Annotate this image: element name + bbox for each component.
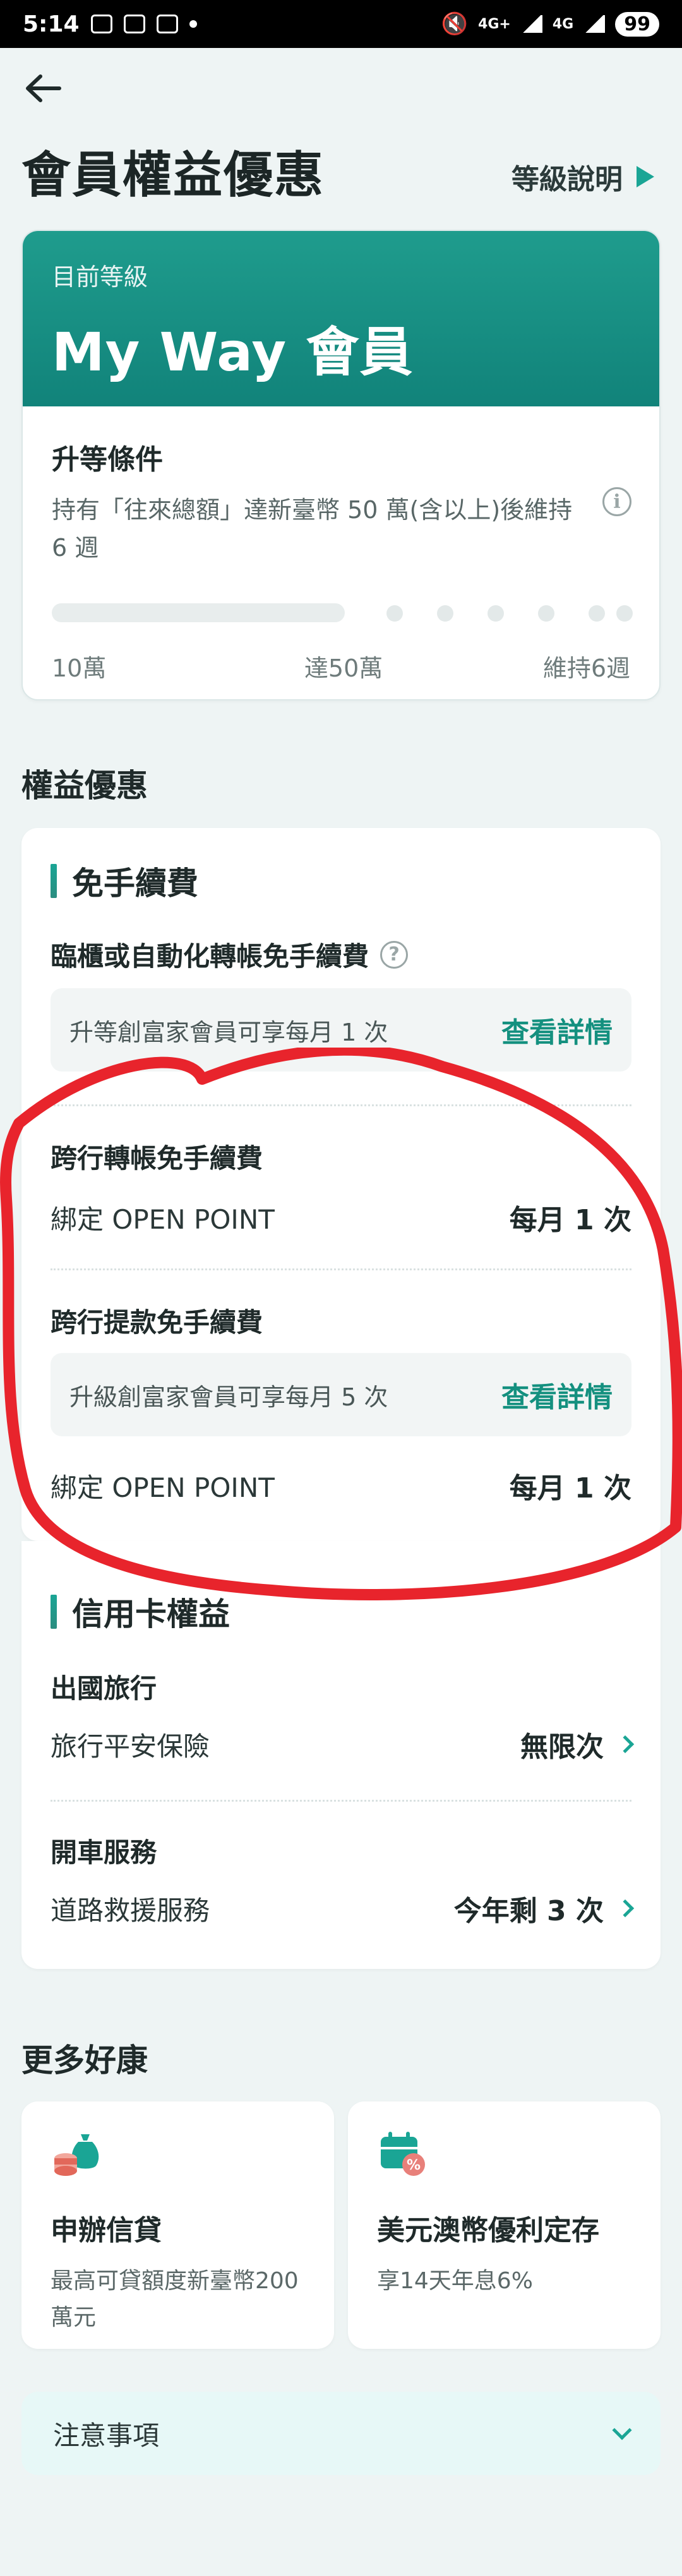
travel-insurance-value: 無限次 [520,1731,604,1763]
chevron-right-icon [616,1899,635,1918]
progress-dot [616,605,633,622]
time-deposit-title: 美元澳幣優利定存 [377,2214,599,2247]
member-card-header: 目前等級 My Way 會員 [23,231,659,406]
line-app-icon [156,15,178,33]
calendar-percent-icon: % [377,2128,428,2178]
personal-loan-title: 申辦信貸 [51,2214,162,2247]
time-deposit-desc: 享14天年息6% [377,2268,533,2294]
progress-dot [538,605,554,622]
money-bag-icon [51,2128,101,2178]
interbank-withdrawal-label: 綁定 OPEN POINT [51,1472,275,1503]
network-label-2: 4G [552,16,574,32]
time-deposit-card[interactable]: % 美元澳幣優利定存 享14天年息6% [348,2101,661,2349]
battery-indicator: 99 [615,11,659,37]
screenshot-icon [90,15,112,33]
member-level-card: 目前等級 My Way 會員 升等條件 持有「往來總額」達新臺幣 50 萬(含以… [21,230,661,700]
divider [51,1800,631,1802]
upgrade-description: 持有「往來總額」達新臺幣 50 萬(含以上)後維持 6 週 [52,496,573,562]
driving-title: 開車服務 [51,1837,157,1868]
progress-label-start: 10萬 [52,654,107,682]
fee-free-card: 免手續費 臨櫃或自動化轉帳免手續費 ? 升等創富家會員可享每月 1 次 查看詳情… [21,828,661,1541]
travel-insurance-label: 旅行平安保險 [51,1730,210,1762]
clock: 5:14 [23,11,80,37]
roadside-assistance-row[interactable]: 道路救援服務 今年剩 3 次 [51,1888,635,1929]
view-details-link[interactable]: 查看詳情 [501,1374,613,1415]
progress-label-end: 維持6週 [542,654,630,682]
counter-transfer-title-text: 臨櫃或自動化轉帳免手續費 [51,941,369,972]
benefits-section-title: 權益優惠 [21,767,148,804]
progress-dot [386,605,403,622]
interbank-withdrawal-row: 綁定 OPEN POINT 每月 1 次 [51,1465,631,1506]
current-level-label: 目前等級 [52,263,148,291]
info-icon[interactable]: i [602,487,631,516]
level-explanation-label: 等級說明 [512,163,623,196]
progress-label-mid: 達50萬 [304,654,383,682]
view-details-link[interactable]: 查看詳情 [501,1010,613,1050]
accent-bar [51,1595,57,1629]
travel-insurance-row[interactable]: 旅行平安保險 無限次 [51,1724,635,1764]
fee-free-title-text: 免手續費 [72,865,198,902]
progress-dot [589,605,605,622]
credit-card-benefits-card: 信用卡權益 出國旅行 旅行平安保險 無限次 開車服務 道路救援服務 今年剩 3 … [21,1541,661,1969]
interbank-transfer-value: 每月 1 次 [509,1204,631,1236]
divider [51,1268,631,1270]
credit-card-title: 信用卡權益 [51,1589,230,1634]
play-arrow-icon [637,166,654,187]
counter-transfer-note: 升等創富家會員可享每月 1 次 查看詳情 [51,988,631,1072]
travel-title: 出國旅行 [51,1673,157,1704]
counter-transfer-title: 臨櫃或自動化轉帳免手續費 ? [51,935,409,974]
level-explanation-link[interactable]: 等級說明 [512,157,654,197]
signal-icon [520,15,542,33]
signal-icon-2 [583,15,606,33]
credit-card-title-text: 信用卡權益 [72,1596,230,1633]
interbank-withdrawal-title: 跨行提款免手續費 [51,1301,263,1340]
notification-icon [123,15,145,33]
notice-label: 注意事項 [53,2419,160,2451]
network-label: 4G+ [478,16,511,32]
back-button[interactable] [18,63,68,114]
interbank-withdrawal-title-text: 跨行提款免手續費 [51,1307,263,1338]
interbank-transfer-title-text: 跨行轉帳免手續費 [51,1143,263,1174]
counter-transfer-note-text: 升等創富家會員可享每月 1 次 [69,1018,388,1046]
arrow-left-icon [26,74,61,102]
progress-track [52,603,345,622]
personal-loan-card[interactable]: 申辦信貸 最高可貸額度新臺幣200 萬元 [21,2101,334,2349]
page-title: 會員權益優惠 [21,147,325,204]
member-level-name: My Way 會員 [52,321,414,383]
progress-dot [488,605,504,622]
upgrade-title: 升等條件 [52,444,163,476]
svg-text:%: % [407,2158,421,2173]
accent-bar [51,864,57,898]
more-notifications-icon [189,20,197,28]
progress-dot [437,605,453,622]
interbank-withdrawal-note: 升級創富家會員可享每月 5 次 查看詳情 [51,1353,631,1436]
divider [51,1104,631,1106]
notice-accordion[interactable]: 注意事項 [21,2392,661,2475]
status-bar: 5:14 🔇 4G+ 4G 99 [0,0,682,48]
interbank-withdrawal-note-text: 升級創富家會員可享每月 5 次 [69,1383,388,1411]
chevron-right-icon [616,1735,635,1754]
help-icon[interactable]: ? [380,940,409,969]
fee-free-title: 免手續費 [51,858,198,904]
interbank-transfer-row: 綁定 OPEN POINT 每月 1 次 [51,1197,631,1238]
roadside-assistance-label: 道路救援服務 [51,1894,210,1926]
interbank-transfer-title: 跨行轉帳免手續費 [51,1137,263,1176]
roadside-assistance-value: 今年剩 3 次 [453,1895,604,1927]
chevron-down-icon [612,2420,632,2440]
upgrade-conditions: 升等條件 持有「往來總額」達新臺幣 50 萬(含以上)後維持 6 週 i 10萬… [23,406,659,699]
personal-loan-desc: 最高可貸額度新臺幣200 萬元 [51,2268,299,2331]
more-deals-section-title: 更多好康 [21,2042,148,2079]
mute-icon: 🔇 [441,11,469,37]
interbank-transfer-label: 綁定 OPEN POINT [51,1203,275,1235]
interbank-withdrawal-value: 每月 1 次 [509,1472,631,1504]
progress-labels: 10萬 達50萬 維持6週 [52,649,630,683]
upgrade-progress [52,603,633,622]
